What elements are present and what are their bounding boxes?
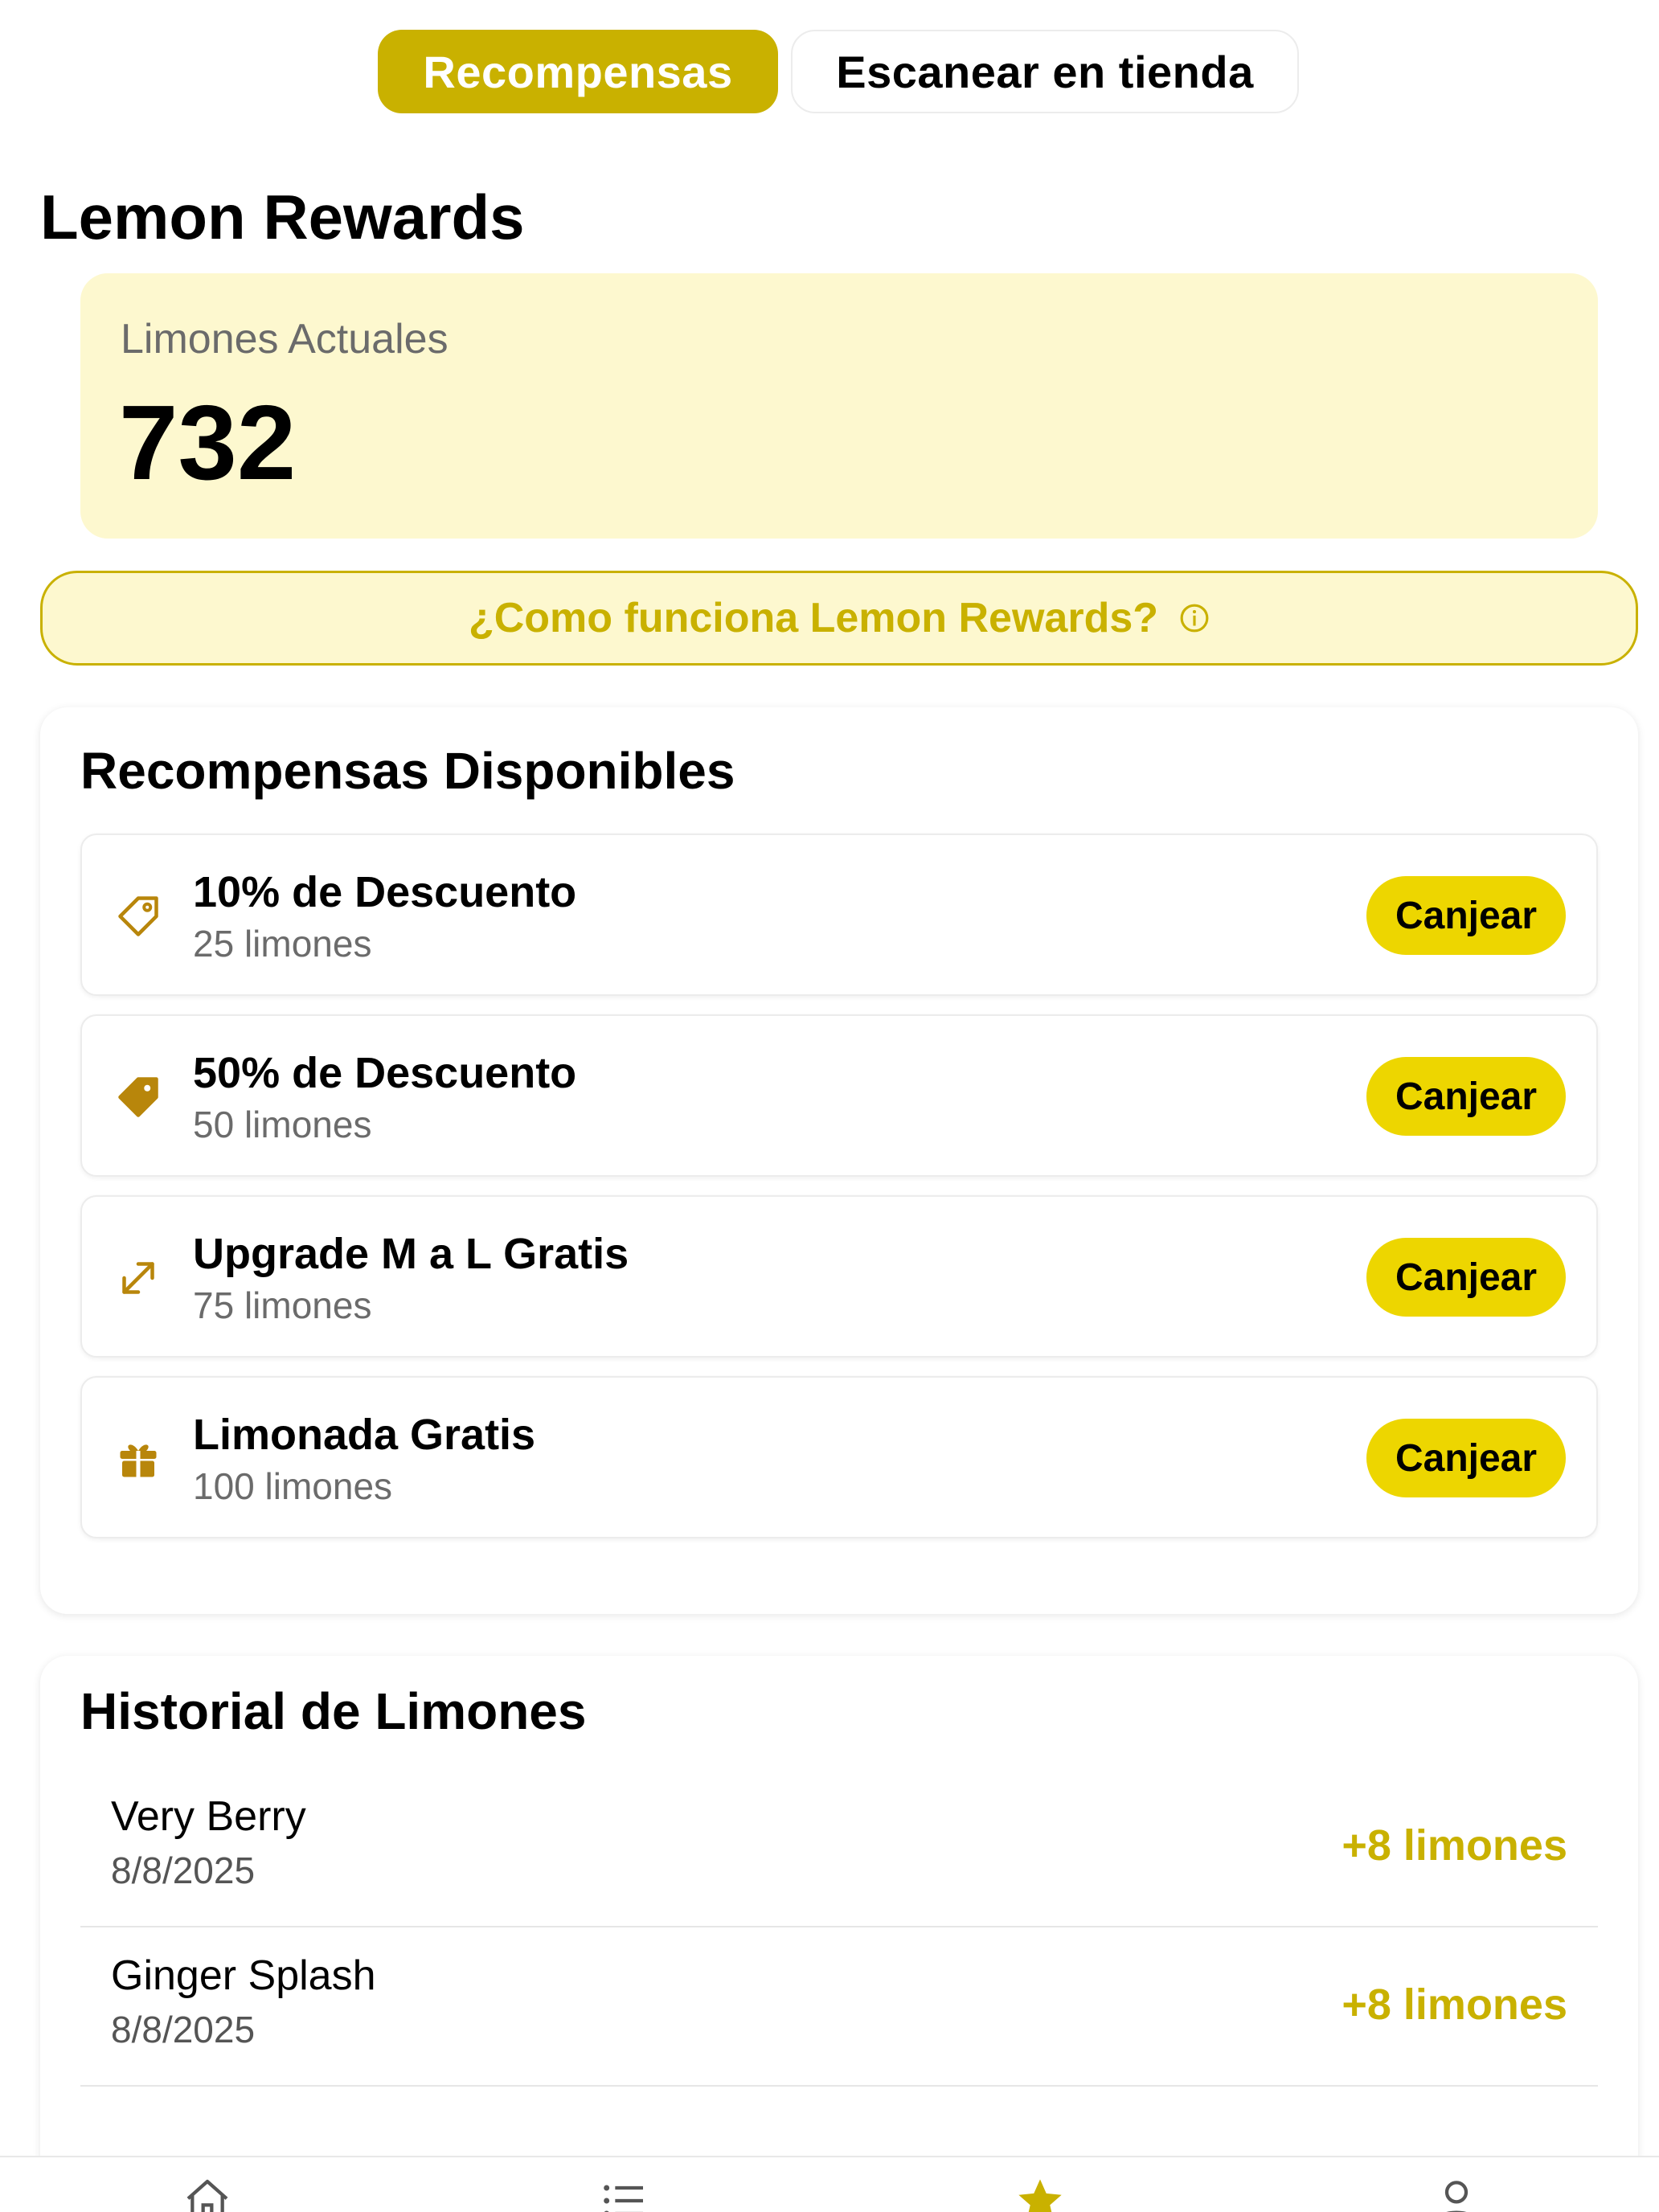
rewards-title: Recompensas Disponibles	[80, 742, 735, 800]
info-icon	[1180, 604, 1209, 633]
reward-item: Upgrade M a L Gratis 75 limones Canjear	[80, 1195, 1598, 1358]
reward-cost: 75 limones	[193, 1284, 372, 1326]
tag-filled-icon	[118, 1077, 158, 1117]
tab-escanear-en-tienda[interactable]: Escanear en tienda	[791, 30, 1299, 113]
reward-item: 50% de Descuento 50 limones Canjear	[80, 1014, 1598, 1177]
tag-outline-icon	[118, 896, 158, 936]
history-item-date: 8/8/2025	[111, 1849, 256, 1891]
reward-item: 10% de Descuento 25 limones Canjear	[80, 834, 1598, 996]
balance-value: 732	[119, 383, 297, 502]
reward-name: Limonada Gratis	[193, 1411, 536, 1459]
history-item-name: Ginger Splash	[111, 1952, 376, 1999]
redeem-button[interactable]: Canjear	[1366, 1419, 1566, 1497]
reward-cost: 25 limones	[193, 923, 372, 965]
history-row: Ginger Splash 8/8/2025 +8 limones	[80, 1927, 1598, 2087]
list-icon[interactable]	[598, 2175, 649, 2212]
redeem-button[interactable]: Canjear	[1366, 1057, 1566, 1136]
redeem-button[interactable]: Canjear	[1366, 1238, 1566, 1317]
history-item-name: Very Berry	[111, 1793, 306, 1840]
segmented-control: Recompensas Escanear en tienda	[378, 30, 1299, 113]
star-icon[interactable]	[1014, 2175, 1066, 2212]
home-icon[interactable]	[182, 2175, 233, 2212]
history-item-date: 8/8/2025	[111, 2009, 256, 2050]
redeem-button[interactable]: Canjear	[1366, 876, 1566, 955]
reward-name: 10% de Descuento	[193, 868, 577, 916]
tab-recompensas[interactable]: Recompensas	[378, 30, 778, 113]
history-item-points: +8 limones	[1342, 1821, 1567, 1870]
reward-name: 50% de Descuento	[193, 1049, 577, 1097]
expand-arrows-icon	[122, 1262, 154, 1294]
history-item-points: +8 limones	[1342, 1981, 1567, 2029]
reward-item: Limonada Gratis 100 limones Canjear	[80, 1376, 1598, 1538]
rewards-section: Recompensas Disponibles 10% de Descuento…	[40, 707, 1638, 1614]
reward-cost: 50 limones	[193, 1104, 372, 1145]
gift-icon	[120, 1444, 157, 1477]
reward-name: Upgrade M a L Gratis	[193, 1230, 629, 1278]
history-section: Historial de Limones Very Berry 8/8/2025…	[40, 1656, 1638, 2212]
page-title: Lemon Rewards	[40, 182, 525, 252]
how-it-works-button[interactable]: ¿Como funciona Lemon Rewards?	[40, 571, 1638, 666]
reward-cost: 100 limones	[193, 1465, 393, 1507]
history-row: Very Berry 8/8/2025 +8 limones	[80, 1768, 1598, 1927]
history-title: Historial de Limones	[80, 1682, 587, 1740]
profile-icon[interactable]	[1431, 2175, 1482, 2212]
how-it-works-label: ¿Como funciona Lemon Rewards?	[468, 595, 1159, 641]
balance-label: Limones Actuales	[121, 316, 449, 363]
tab-bar	[0, 2156, 1659, 2212]
balance-card: Limones Actuales 732	[80, 273, 1598, 539]
